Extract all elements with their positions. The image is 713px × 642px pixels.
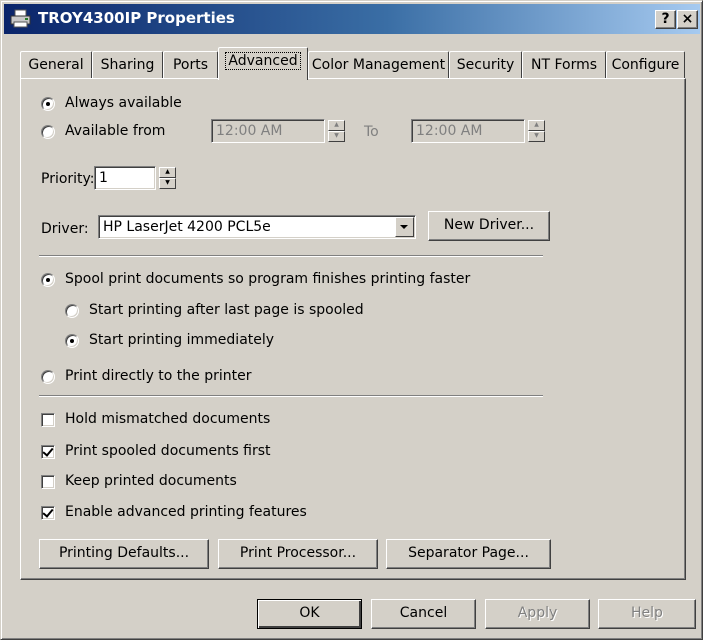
ok-button[interactable]: OK [257, 599, 362, 629]
to-label: To [364, 124, 379, 140]
priority-field[interactable]: 1 [94, 166, 156, 190]
properties-window: TROY4300IP Properties ? × General Sharin… [0, 0, 703, 640]
tab-nt-forms[interactable]: NT Forms [522, 51, 606, 79]
tab-ports[interactable]: Ports [163, 51, 218, 79]
hold-mismatched-label: Hold mismatched documents [65, 411, 271, 427]
enable-advanced-label: Enable advanced printing features [65, 504, 307, 520]
printer-icon [10, 9, 32, 29]
spool-label: Spool print documents so program finishe… [65, 271, 471, 287]
print-direct-label: Print directly to the printer [65, 368, 252, 384]
spin-down-icon: ▼ [528, 131, 545, 142]
separator-1 [39, 255, 543, 257]
separator-page-button[interactable]: Separator Page... [386, 539, 551, 569]
tab-advanced[interactable]: Advanced [218, 47, 308, 80]
spin-down-icon: ▼ [159, 178, 176, 189]
print-spooled-first-checkbox[interactable] [41, 445, 55, 459]
title-bar[interactable]: TROY4300IP Properties ? × [4, 4, 700, 34]
spin-down-icon: ▼ [328, 131, 345, 142]
close-title-button[interactable]: × [677, 10, 698, 29]
window-title: TROY4300IP Properties [38, 9, 235, 27]
help-button[interactable]: Help [598, 599, 696, 629]
priority-spinner[interactable]: ▲ ▼ [159, 167, 176, 189]
tab-sharing[interactable]: Sharing [92, 51, 163, 79]
hold-mismatched-checkbox[interactable] [41, 413, 55, 427]
available-from-label: Available from [65, 123, 166, 139]
available-from-radio[interactable] [41, 125, 55, 139]
to-time-spinner[interactable]: ▲ ▼ [528, 120, 545, 142]
driver-label: Driver: [41, 221, 89, 237]
cancel-button[interactable]: Cancel [371, 599, 476, 629]
print-processor-button[interactable]: Print Processor... [218, 539, 378, 569]
keep-printed-checkbox[interactable] [41, 475, 55, 489]
enable-advanced-checkbox[interactable] [41, 506, 55, 520]
after-last-page-radio[interactable] [65, 304, 79, 318]
tab-color-management[interactable]: Color Management [308, 51, 449, 79]
start-immediately-radio[interactable] [65, 334, 79, 348]
spin-up-icon: ▲ [528, 120, 545, 131]
keep-printed-label: Keep printed documents [65, 473, 237, 489]
tab-general[interactable]: General [20, 51, 92, 79]
always-available-radio[interactable] [41, 97, 55, 111]
spin-up-icon: ▲ [328, 120, 345, 131]
print-direct-radio[interactable] [41, 370, 55, 384]
spool-radio[interactable] [41, 273, 55, 287]
printing-defaults-button[interactable]: Printing Defaults... [39, 539, 209, 569]
start-immediately-label: Start printing immediately [89, 332, 275, 348]
to-time-field[interactable]: 12:00 AM [411, 119, 525, 143]
new-driver-button[interactable]: New Driver... [428, 211, 550, 241]
driver-dropdown[interactable]: HP LaserJet 4200 PCL5e [98, 215, 416, 239]
tab-security[interactable]: Security [449, 51, 522, 79]
after-last-page-label: Start printing after last page is spoole… [89, 302, 364, 318]
always-available-label: Always available [65, 95, 182, 111]
help-title-button[interactable]: ? [655, 10, 676, 29]
from-time-field[interactable]: 12:00 AM [211, 119, 325, 143]
apply-button[interactable]: Apply [485, 599, 590, 629]
separator-2 [39, 395, 543, 397]
advanced-panel: Always available Available from 12:00 AM… [20, 78, 686, 580]
chevron-down-icon[interactable] [395, 217, 414, 237]
tab-configure[interactable]: Configure [606, 51, 685, 79]
spin-up-icon: ▲ [159, 167, 176, 178]
priority-label: Priority: [41, 171, 95, 187]
from-time-spinner[interactable]: ▲ ▼ [328, 120, 345, 142]
print-spooled-first-label: Print spooled documents first [65, 443, 271, 459]
